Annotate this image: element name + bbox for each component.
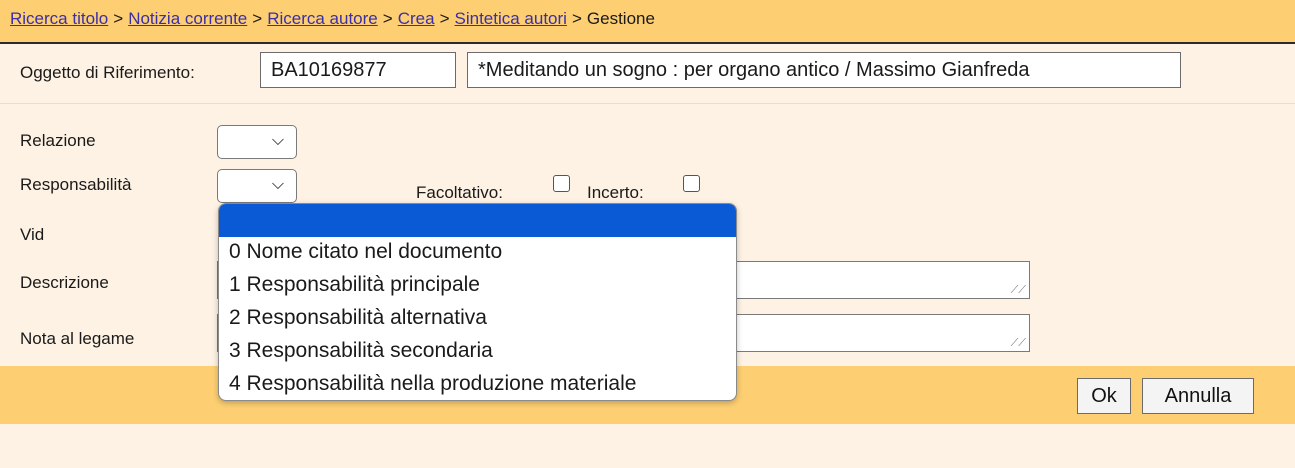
dropdown-option[interactable]: 0 Nome citato nel documento <box>219 237 736 270</box>
dropdown-option[interactable]: 4 Responsabilità nella produzione materi… <box>219 369 736 400</box>
vid-label: Vid <box>20 225 45 244</box>
breadcrumb-current: Gestione <box>586 9 655 28</box>
reference-id-field[interactable]: BA10169877 <box>260 52 456 88</box>
reference-row: Oggetto di Riferimento: BA10169877 *Medi… <box>0 44 1295 104</box>
dropdown-option[interactable]: 1 Responsabilità principale <box>219 270 736 303</box>
responsabilita-select[interactable]: ⌵ <box>217 169 297 203</box>
breadcrumb-link-notizia-corrente[interactable]: Notizia corrente <box>128 9 247 28</box>
relazione-select[interactable]: ⌵ <box>217 125 297 159</box>
breadcrumb-separator: > <box>571 9 582 28</box>
breadcrumb-link-crea[interactable]: Crea <box>398 9 435 28</box>
resize-grip-icon[interactable]: ⟋⟋ <box>1011 284 1026 297</box>
facoltativo-checkbox[interactable] <box>553 175 570 192</box>
descrizione-label: Descrizione <box>20 273 109 292</box>
dropdown-option[interactable]: 2 Responsabilità alternativa <box>219 303 736 336</box>
breadcrumb-separator: > <box>113 9 124 28</box>
breadcrumb-separator: > <box>382 9 393 28</box>
incerto-checkbox[interactable] <box>683 175 700 192</box>
breadcrumb-link-ricerca-titolo[interactable]: Ricerca titolo <box>10 9 108 28</box>
relazione-label: Relazione <box>20 131 96 150</box>
dropdown-option-empty[interactable] <box>219 204 736 237</box>
breadcrumb-link-sintetica-autori[interactable]: Sintetica autori <box>455 9 567 28</box>
reference-label: Oggetto di Riferimento: <box>20 63 195 82</box>
breadcrumb-separator: > <box>439 9 450 28</box>
nota-legame-label: Nota al legame <box>20 329 135 348</box>
chevron-down-icon: ⌵ <box>271 176 284 193</box>
resize-grip-icon[interactable]: ⟋⟋ <box>1011 337 1026 350</box>
chevron-down-icon: ⌵ <box>271 132 284 149</box>
breadcrumb-separator: > <box>252 9 263 28</box>
responsabilita-label: Responsabilità <box>20 175 132 194</box>
incerto-label: Incerto: <box>587 183 644 202</box>
breadcrumb: Ricerca titolo > Notizia corrente > Ricerca … <box>0 0 1295 44</box>
responsabilita-dropdown-list: 0 Nome citato nel documento 1 Responsabi… <box>218 203 737 401</box>
reference-title-field[interactable]: *Meditando un sogno : per organo antico … <box>467 52 1181 88</box>
dropdown-option[interactable]: 3 Responsabilità secondaria <box>219 336 736 369</box>
annulla-button[interactable]: Annulla <box>1142 378 1254 414</box>
ok-button[interactable]: Ok <box>1077 378 1131 414</box>
breadcrumb-link-ricerca-autore[interactable]: Ricerca autore <box>267 9 378 28</box>
facoltativo-label: Facoltativo: <box>416 183 503 202</box>
